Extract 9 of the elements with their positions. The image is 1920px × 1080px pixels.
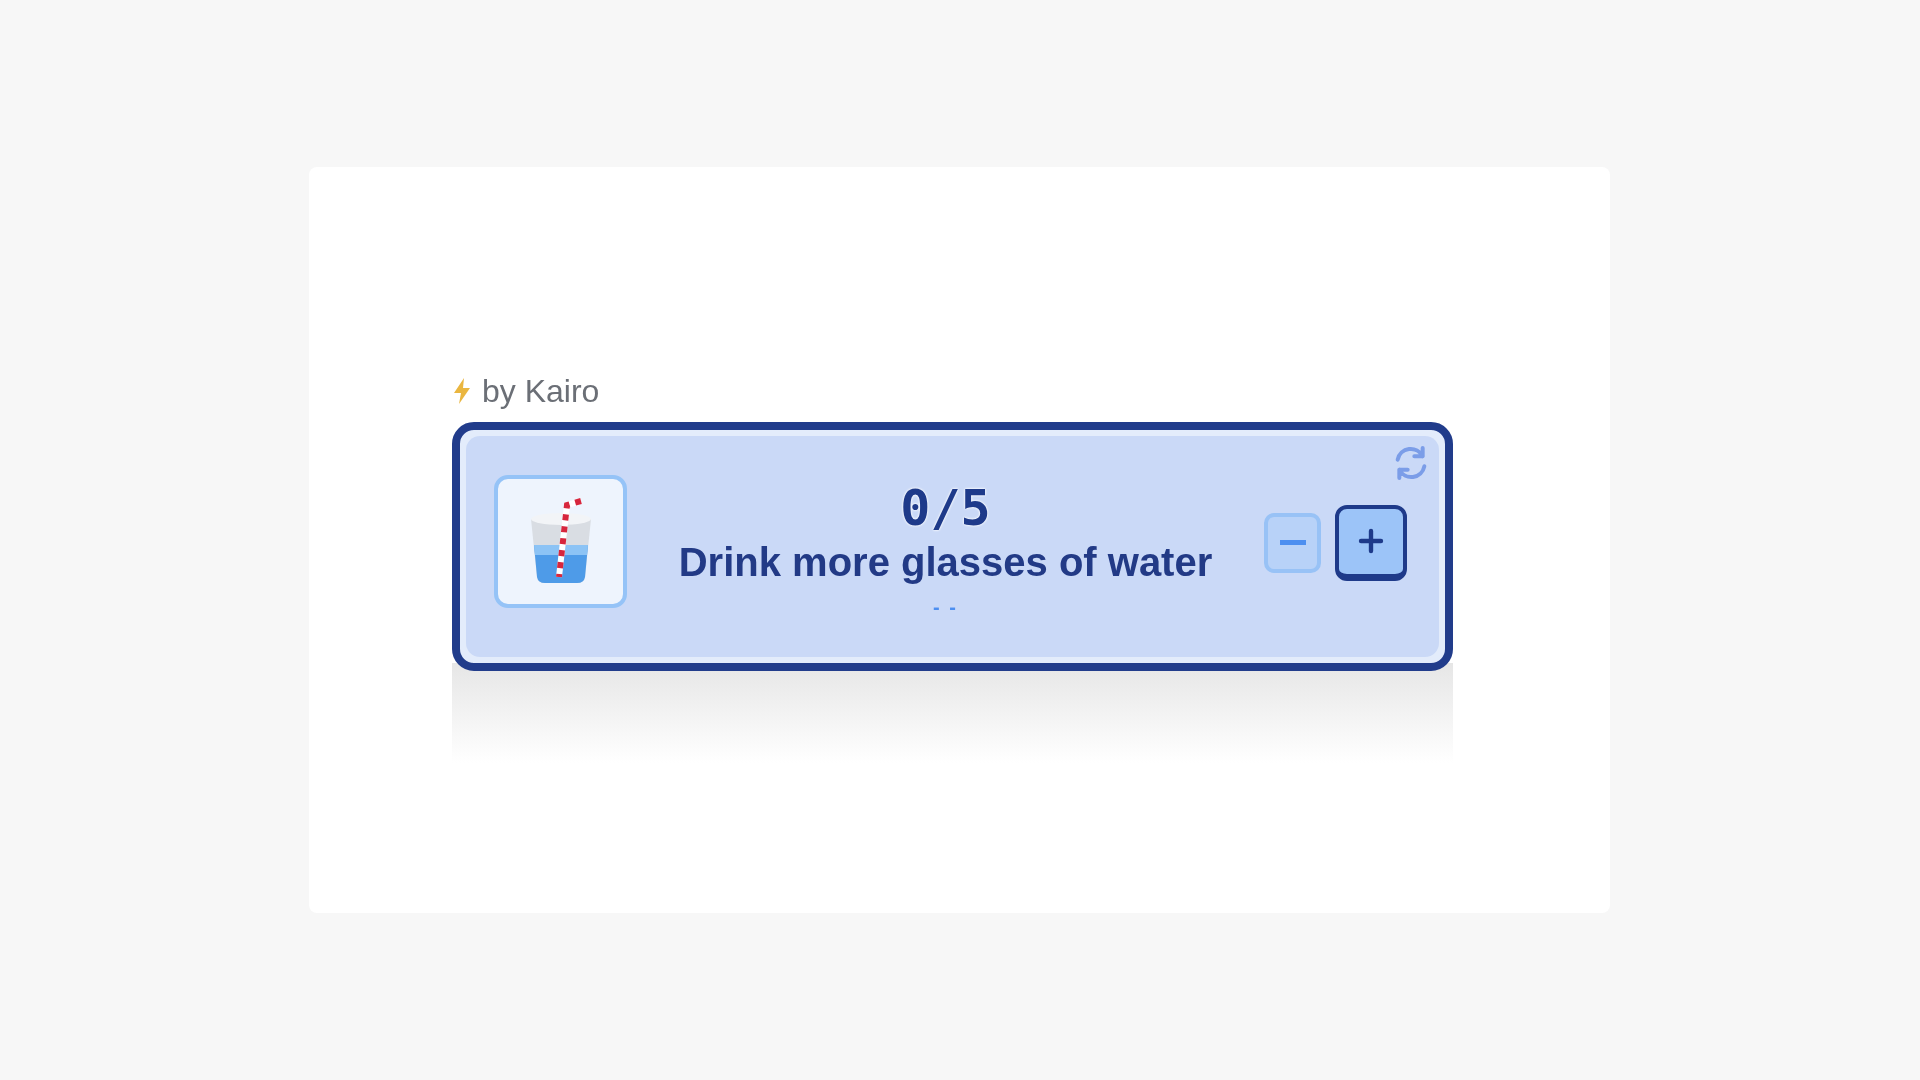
habit-title: Drink more glasses of water [678, 539, 1213, 586]
lightning-icon [452, 377, 472, 405]
author-label: by Kairo [482, 372, 600, 410]
minus-button[interactable] [1264, 512, 1321, 573]
count-text: 0/5 [900, 478, 991, 538]
plus-button[interactable] [1335, 504, 1407, 581]
minus-icon [1279, 540, 1306, 545]
status-text: - - [933, 596, 958, 619]
plus-icon [1356, 526, 1386, 556]
